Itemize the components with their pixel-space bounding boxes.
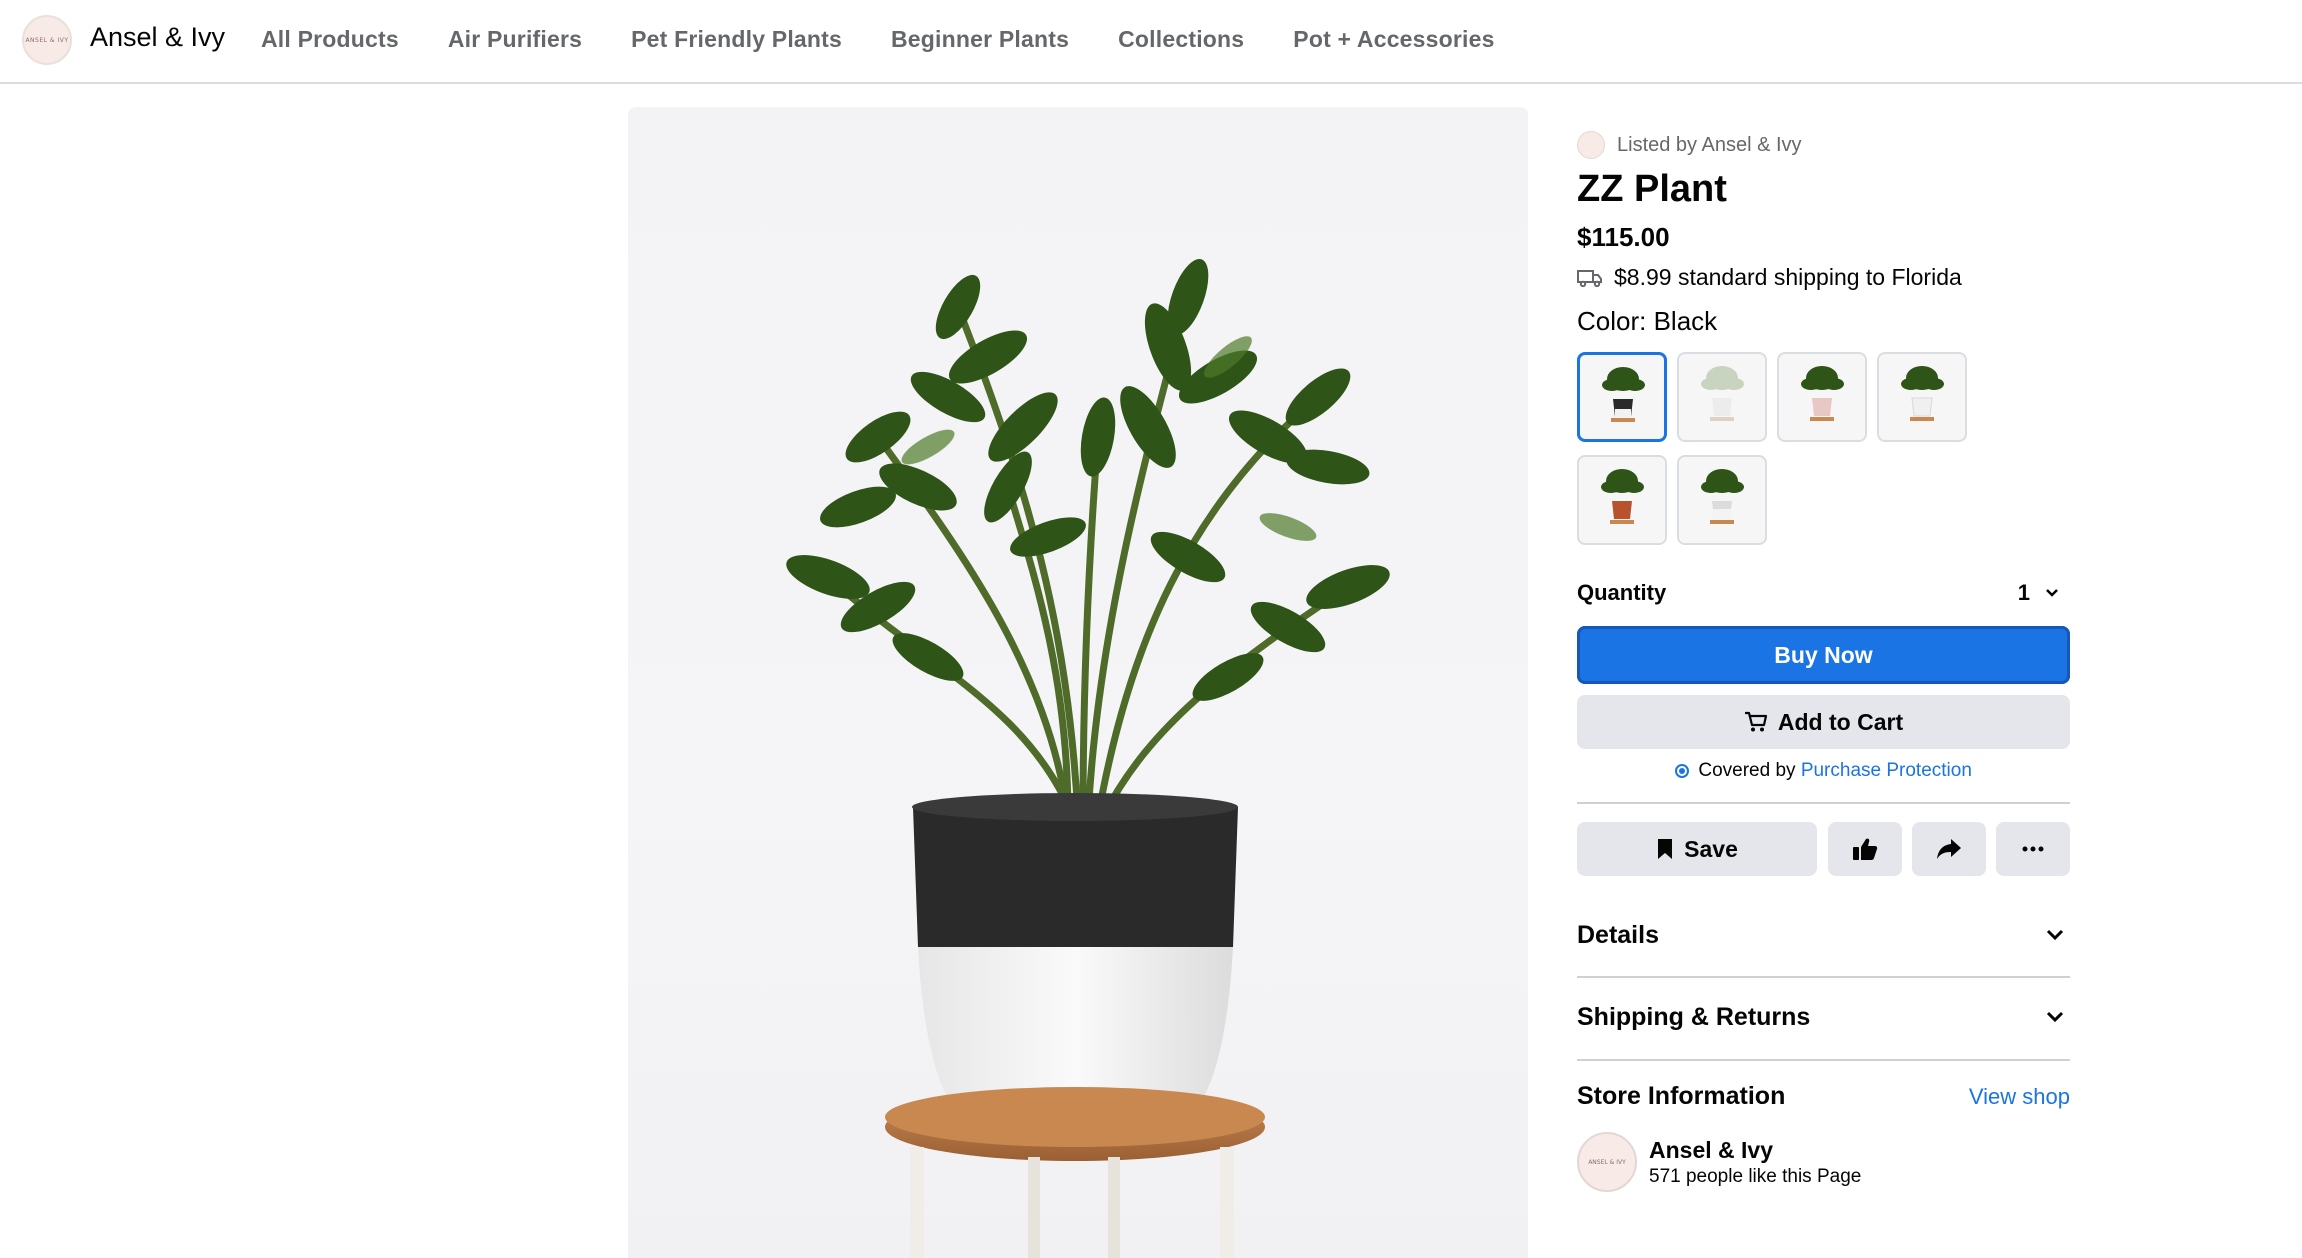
- product-price: $115.00: [1577, 222, 1670, 252]
- nav-pet-friendly-plants[interactable]: Pet Friendly Plants: [631, 26, 842, 53]
- store-logo[interactable]: ANSEL & IVY: [22, 15, 72, 65]
- listed-by-text: Listed by Ansel & Ivy: [1617, 133, 1802, 156]
- top-nav-bar: ANSEL & IVY Ansel & Ivy All Products Air…: [0, 0, 2302, 84]
- chevron-down-icon: [2046, 1011, 2064, 1023]
- store-name[interactable]: Ansel & Ivy: [90, 22, 225, 53]
- swatch-plant-thumb: [1901, 366, 1944, 421]
- store-avatar-text: ANSEL & IVY: [1588, 1158, 1626, 1166]
- swatch-white[interactable]: [1877, 352, 1967, 442]
- store-logo-text: ANSEL & IVY: [25, 36, 69, 44]
- divider: [1577, 1059, 2070, 1061]
- truck-icon: [1577, 269, 1602, 287]
- divider: [1577, 976, 2070, 978]
- swatch-terracotta[interactable]: [1577, 455, 1667, 545]
- more-icon: [2022, 846, 2044, 852]
- shipping-returns-accordion[interactable]: Shipping & Returns: [1577, 997, 2070, 1037]
- nav-pot-accessories[interactable]: Pot + Accessories: [1293, 26, 1494, 53]
- cart-icon: [1744, 711, 1767, 732]
- save-button[interactable]: Save: [1577, 822, 1817, 876]
- nav-beginner-plants[interactable]: Beginner Plants: [891, 26, 1069, 53]
- swatch-black[interactable]: [1577, 352, 1667, 442]
- quantity-value: 1: [2017, 580, 2030, 605]
- swatch-white-faded[interactable]: [1677, 352, 1767, 442]
- store-information-header: Store Information View shop: [1577, 1082, 2070, 1111]
- swatch-plant-thumb: [1801, 366, 1844, 421]
- store-meta: Ansel & Ivy 571 people like this Page: [1649, 1137, 1861, 1188]
- store-avatar: ANSEL & IVY: [1577, 1132, 1637, 1192]
- bookmark-icon: [1658, 839, 1673, 859]
- save-label: Save: [1684, 835, 1738, 862]
- add-to-cart-label: Add to Cart: [1777, 708, 1904, 735]
- thumbs-up-icon: [1853, 838, 1878, 860]
- chevron-down-icon: [2046, 589, 2058, 597]
- details-title: Details: [1577, 920, 1659, 949]
- store-likes: 571 people like this Page: [1649, 1165, 1862, 1187]
- store-card[interactable]: ANSEL & IVY Ansel & Ivy 571 people like …: [1577, 1132, 1861, 1192]
- swatch-blush[interactable]: [1777, 352, 1867, 442]
- protection-prefix: Covered by: [1698, 760, 1796, 781]
- swatch-plant-thumb: [1701, 469, 1744, 524]
- share-button[interactable]: [1912, 822, 1986, 876]
- nav-air-purifiers[interactable]: Air Purifiers: [448, 26, 582, 53]
- divider: [1577, 802, 2070, 804]
- color-label: Color: Black: [1577, 306, 1718, 336]
- shield-icon: [1675, 764, 1690, 778]
- product-image[interactable]: [628, 107, 1528, 1258]
- quantity-row: Quantity 1: [1577, 573, 2070, 613]
- listed-by[interactable]: Listed by Ansel & Ivy: [1577, 130, 1802, 160]
- store-meta-name: Ansel & Ivy: [1649, 1136, 1773, 1163]
- store-information-title: Store Information: [1577, 1082, 1786, 1110]
- swatch-plant-thumb: [1602, 367, 1645, 422]
- swatch-plant-thumb: [1601, 469, 1644, 524]
- purchase-protection: Covered by Purchase Protection: [1577, 760, 2070, 782]
- seller-mini-logo: [1577, 131, 1605, 159]
- shipping-info: $8.99 standard shipping to Florida: [1577, 264, 1962, 291]
- product-title: ZZ Plant: [1577, 168, 1727, 210]
- swatch-grey-white[interactable]: [1677, 455, 1767, 545]
- more-options-button[interactable]: [1996, 822, 2070, 876]
- purchase-protection-link[interactable]: Purchase Protection: [1801, 760, 1972, 781]
- like-button[interactable]: [1828, 822, 1902, 876]
- view-shop-link[interactable]: View shop: [1969, 1084, 2070, 1110]
- category-nav: All Products Air Purifiers Pet Friendly …: [261, 26, 1544, 53]
- shipping-text: $8.99 standard shipping to Florida: [1614, 264, 1962, 290]
- quantity-label: Quantity: [1577, 580, 1667, 605]
- details-accordion[interactable]: Details: [1577, 915, 2070, 955]
- nav-collections[interactable]: Collections: [1118, 26, 1244, 53]
- swatch-plant-thumb: [1701, 366, 1744, 421]
- chevron-down-icon: [2046, 929, 2064, 941]
- share-icon: [1937, 839, 1961, 859]
- add-to-cart-button[interactable]: Add to Cart: [1577, 695, 2070, 749]
- zz-plant-photo: [786, 259, 1390, 1258]
- action-row: Save: [1577, 822, 2070, 876]
- shipping-returns-title: Shipping & Returns: [1577, 1002, 1811, 1031]
- quantity-select[interactable]: 1: [2018, 580, 2070, 606]
- nav-all-products[interactable]: All Products: [261, 26, 399, 53]
- buy-now-button[interactable]: Buy Now: [1577, 626, 2070, 684]
